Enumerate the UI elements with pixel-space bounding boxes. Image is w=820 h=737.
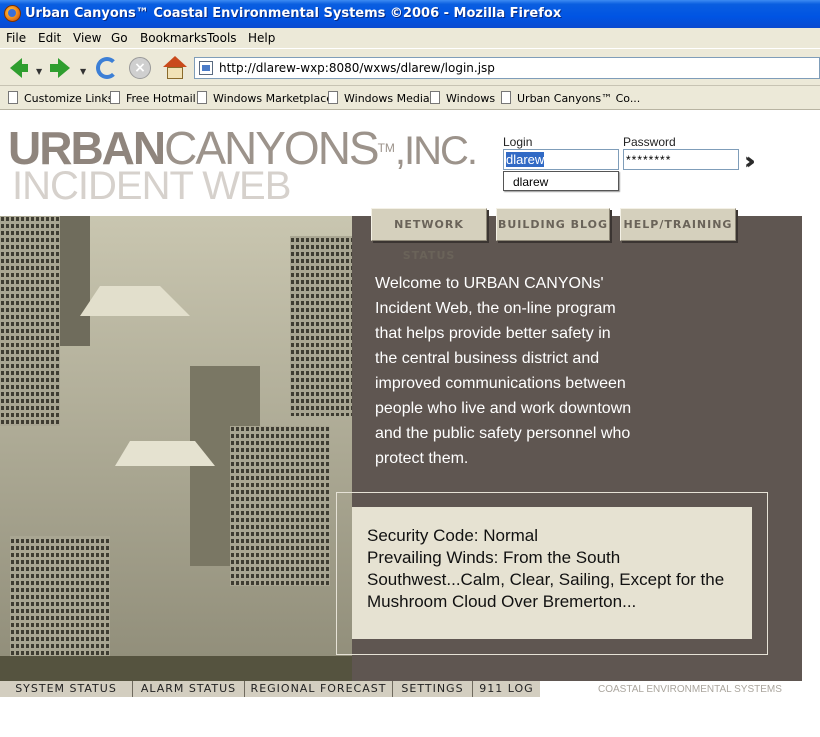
city-photo: [0, 216, 352, 681]
bookmark-windows-media[interactable]: Windows Media: [328, 91, 430, 105]
status-box: Security Code: Normal Prevailing Winds: F…: [352, 507, 752, 639]
login-label: Login: [503, 135, 533, 149]
bookmark-page-icon: [328, 91, 338, 104]
footer-tab-alarm-status[interactable]: ALARM STATUS: [133, 681, 245, 697]
back-arrow-icon: [10, 58, 28, 78]
stop-button[interactable]: ×: [126, 54, 154, 82]
tab-network-status[interactable]: NETWORK STATUS: [371, 208, 487, 262]
tab-help-training[interactable]: HELP/TRAINING: [620, 208, 736, 241]
stop-icon: ×: [129, 57, 151, 79]
bookmark-free-hotmail[interactable]: Free Hotmail: [110, 91, 196, 105]
security-code-text: Security Code: Normal: [367, 526, 539, 545]
bookmark-urban-canyons[interactable]: Urban Canyons™ Co...: [501, 91, 640, 105]
menu-view[interactable]: View: [73, 31, 101, 45]
navigation-toolbar: ▼ ▼ × http://dlarew-wxp:8080/wxws/dlarew…: [0, 48, 820, 86]
menu-bar: File Edit View Go Bookmarks Tools Help: [0, 28, 820, 48]
home-icon: [163, 56, 187, 80]
forward-button[interactable]: [48, 54, 76, 82]
bookmark-windows-marketplace[interactable]: Windows Marketplace: [197, 91, 333, 105]
menu-file[interactable]: File: [6, 31, 26, 45]
menu-edit[interactable]: Edit: [38, 31, 61, 45]
forward-arrow-icon: [50, 58, 70, 78]
home-button[interactable]: [160, 54, 188, 82]
login-submit-icon[interactable]: ››: [744, 147, 755, 175]
tab-building-blog[interactable]: BUILDING BLOG: [496, 208, 610, 241]
browser-window: Urban Canyons™ Coastal Environmental Sys…: [0, 0, 820, 737]
footer-brand: COASTAL ENVIRONMENTAL SYSTEMS: [598, 684, 782, 695]
footer-tab-911-log[interactable]: 911 LOG: [473, 681, 540, 697]
menu-help[interactable]: Help: [248, 31, 275, 45]
welcome-text: Welcome to URBAN CANYONs' Incident Web, …: [375, 275, 632, 467]
window-title: Urban Canyons™ Coastal Environmental Sys…: [25, 6, 562, 21]
bookmark-page-icon: [197, 91, 207, 104]
footer-tab-system-status[interactable]: SYSTEM STATUS: [0, 681, 133, 697]
autocomplete-option[interactable]: dlarew: [503, 171, 619, 191]
menu-go[interactable]: Go: [111, 31, 128, 45]
bookmark-page-icon: [110, 91, 120, 104]
back-dropdown-icon[interactable]: ▼: [36, 67, 42, 76]
firefox-icon: [4, 5, 21, 22]
menu-tools[interactable]: Tools: [207, 31, 237, 45]
bookmark-page-icon: [430, 91, 440, 104]
bookmark-customize-links[interactable]: Customize Links: [8, 91, 114, 105]
footer-tab-settings[interactable]: SETTINGS: [393, 681, 473, 697]
page-content: URBANCANYONSTM,INC. INCIDENT WEB Login P…: [0, 111, 820, 737]
back-button[interactable]: [4, 54, 32, 82]
url-text: http://dlarew-wxp:8080/wxws/dlarew/login…: [219, 61, 495, 75]
reload-button[interactable]: [93, 54, 121, 82]
password-input[interactable]: ********: [623, 149, 739, 170]
bookmarks-toolbar: Customize Links Free Hotmail Windows Mar…: [0, 86, 820, 110]
title-bar: Urban Canyons™ Coastal Environmental Sys…: [0, 0, 820, 28]
menu-bookmarks[interactable]: Bookmarks: [140, 31, 207, 45]
reload-icon: [96, 57, 118, 79]
bookmark-page-icon: [501, 91, 511, 104]
footer-nav: SYSTEM STATUS ALARM STATUS REGIONAL FORE…: [0, 681, 540, 697]
page-icon: [199, 61, 213, 75]
footer-tab-regional-forecast[interactable]: REGIONAL FORECAST: [245, 681, 393, 697]
forward-dropdown-icon[interactable]: ▼: [80, 67, 86, 76]
bookmark-windows[interactable]: Windows: [430, 91, 495, 105]
bookmark-page-icon: [8, 91, 18, 104]
login-input[interactable]: dlarew: [503, 149, 619, 170]
address-bar[interactable]: http://dlarew-wxp:8080/wxws/dlarew/login…: [194, 57, 820, 79]
prevailing-winds-text: Prevailing Winds: From the South Southwe…: [367, 548, 725, 611]
password-label: Password: [623, 135, 676, 149]
app-subtitle: INCIDENT WEB: [12, 164, 291, 208]
